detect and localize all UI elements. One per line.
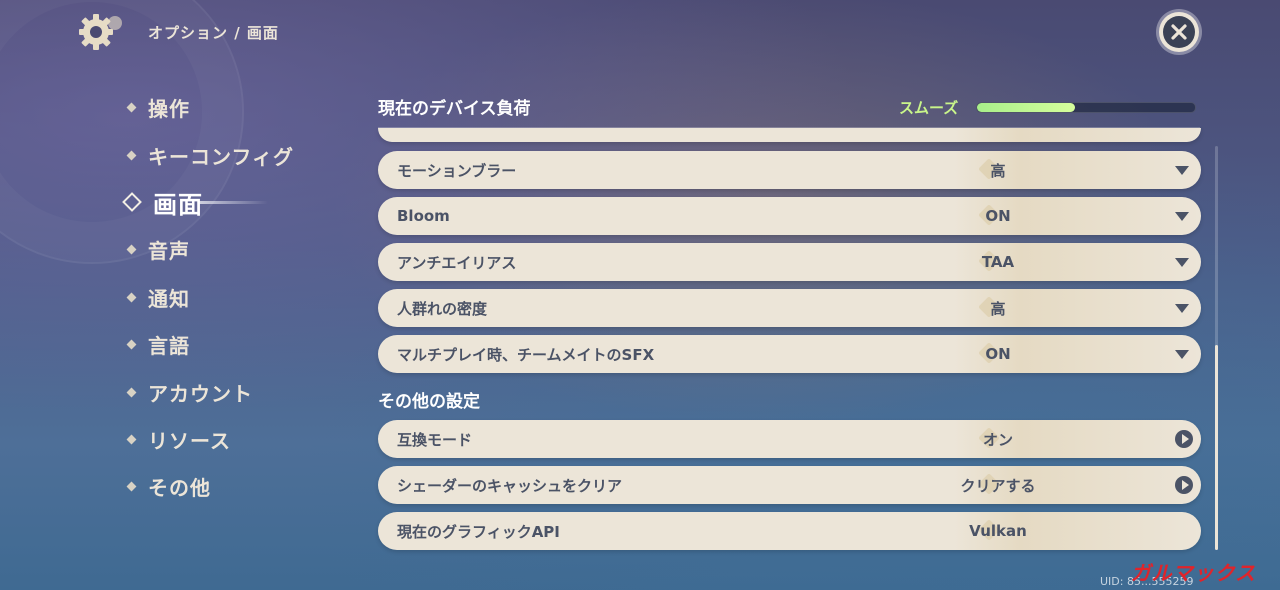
watermark-logo: ガルマックス: [1130, 561, 1256, 585]
sidebar-item-label: キーコンフィグ: [148, 144, 294, 169]
device-load-status: スムーズ: [899, 99, 959, 117]
chevron-down-icon[interactable]: [1175, 211, 1189, 221]
sidebar-item-controls[interactable]: 操作: [126, 84, 358, 131]
gear-icon: [78, 11, 122, 53]
breadcrumb: オプション / 画面: [148, 23, 279, 42]
chevron-down-icon[interactable]: [1175, 165, 1189, 175]
setting-label: シェーダーのキャッシュをクリア: [397, 476, 623, 495]
device-load-bar-fill: [977, 103, 1076, 112]
setting-label: アンチエイリアス: [397, 253, 517, 272]
sidebar-item-label: 言語: [148, 334, 190, 359]
diamond-icon: [126, 387, 137, 397]
setting-row-coop-sfx[interactable]: マルチプレイ時、チームメイトのSFX ON: [378, 335, 1201, 373]
setting-value: 高: [990, 161, 1006, 180]
setting-value: オン: [982, 430, 1013, 449]
setting-label: モーションブラー: [397, 161, 517, 180]
diamond-icon: [126, 292, 137, 303]
setting-label: Bloom: [397, 207, 450, 225]
setting-label: 現在のグラフィックAPI: [397, 522, 560, 541]
setting-row-compat-mode[interactable]: 互換モード オン: [378, 420, 1201, 458]
other-settings-title: その他の設定: [378, 392, 480, 412]
sidebar-item-resources[interactable]: リソース: [126, 416, 358, 463]
sidebar-item-key-config[interactable]: キーコンフィグ: [126, 131, 358, 178]
sidebar-item-label: 音声: [148, 239, 190, 264]
sidebar-item-other[interactable]: その他: [126, 463, 358, 510]
sidebar-item-notifications[interactable]: 通知: [126, 274, 358, 321]
diamond-icon: [126, 244, 137, 255]
play-circle-icon[interactable]: [1175, 476, 1193, 494]
setting-row-bloom[interactable]: Bloom ON: [378, 197, 1201, 235]
setting-row-partial: [378, 128, 1201, 142]
setting-label: マルチプレイ時、チームメイトのSFX: [397, 345, 655, 364]
sidebar-item-label: 操作: [148, 97, 190, 122]
diamond-icon: [126, 102, 137, 113]
sidebar-item-label: アカウント: [148, 381, 253, 406]
setting-label: 互換モード: [397, 430, 473, 449]
sidebar-item-label: リソース: [148, 428, 231, 453]
play-circle-icon[interactable]: [1175, 430, 1193, 448]
setting-value: ON: [985, 345, 1011, 363]
device-load-title: 現在のデバイス負荷: [378, 99, 531, 119]
sidebar-nav: 操作 キーコンフィグ 画面 音声 通知 言語 アカウント リソース その他: [122, 84, 358, 511]
setting-row-motion-blur[interactable]: モーションブラー 高: [378, 151, 1201, 189]
setting-row-clear-shader-cache[interactable]: シェーダーのキャッシュをクリア クリアする: [378, 466, 1201, 504]
scrollbar-thumb[interactable]: [1215, 345, 1218, 550]
setting-row-antialiasing[interactable]: アンチエイリアス TAA: [378, 243, 1201, 281]
diamond-icon: [126, 434, 137, 445]
diamond-icon: [126, 481, 137, 492]
close-icon: [1163, 16, 1195, 48]
device-load-bar: [976, 102, 1196, 113]
chevron-down-icon[interactable]: [1175, 303, 1189, 313]
setting-label: 人群れの密度: [397, 299, 488, 318]
sidebar-item-graphics[interactable]: 画面: [122, 179, 358, 226]
chevron-down-icon[interactable]: [1175, 349, 1189, 359]
setting-value: TAA: [981, 253, 1015, 271]
sidebar-item-label: その他: [148, 476, 211, 501]
diamond-icon: [126, 150, 137, 161]
setting-value: ON: [985, 207, 1011, 225]
setting-value: Vulkan: [969, 522, 1027, 540]
sidebar-item-label: 画面: [153, 190, 203, 219]
diamond-icon: [126, 339, 137, 350]
sidebar-item-language[interactable]: 言語: [126, 321, 358, 368]
setting-value: 高: [990, 299, 1006, 318]
setting-row-crowd-density[interactable]: 人群れの密度 高: [378, 289, 1201, 327]
setting-value: クリアする: [960, 476, 1036, 495]
sidebar-item-account[interactable]: アカウント: [126, 368, 358, 415]
top-bar: オプション / 画面: [78, 12, 279, 52]
sidebar-item-audio[interactable]: 音声: [126, 226, 358, 273]
chevron-down-icon[interactable]: [1175, 257, 1189, 267]
setting-row-graphics-api: 現在のグラフィックAPI Vulkan: [378, 512, 1201, 550]
close-button[interactable]: [1159, 12, 1199, 52]
sidebar-item-label: 通知: [148, 286, 190, 311]
